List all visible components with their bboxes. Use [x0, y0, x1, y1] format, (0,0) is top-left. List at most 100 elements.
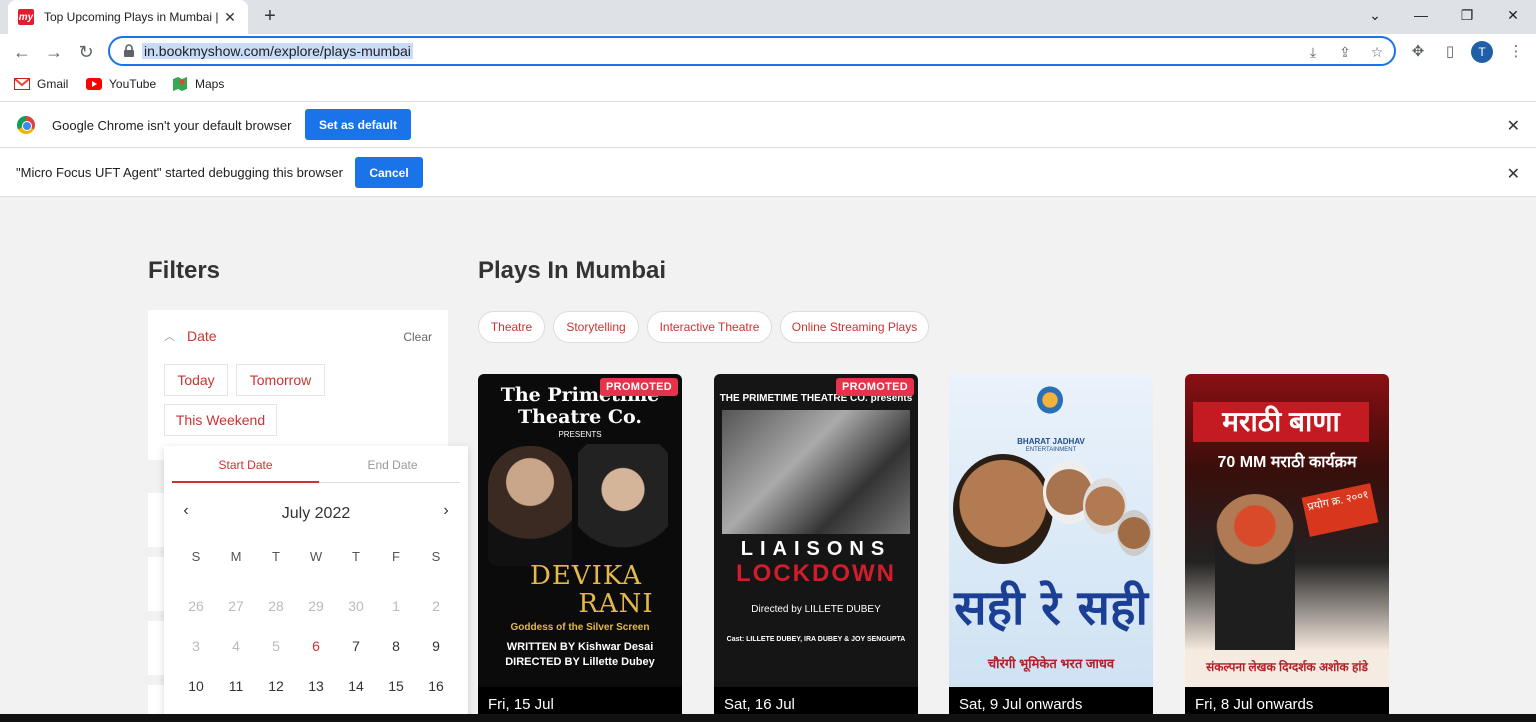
calendar-day[interactable]: 7	[336, 626, 376, 666]
date-option-tomorrow[interactable]: Tomorrow	[236, 364, 325, 396]
poster-text: DIRECTED BY Lillette Dubey	[505, 656, 655, 668]
os-taskbar	[0, 714, 1536, 722]
profile-avatar[interactable]: T	[1471, 41, 1493, 63]
forward-button[interactable]: →	[40, 38, 68, 66]
new-tab-button[interactable]: +	[258, 4, 282, 28]
debugging-infobar: "Micro Focus UFT Agent" started debuggin…	[0, 148, 1536, 197]
bookmyshow-favicon-icon: my	[18, 9, 34, 25]
weekday-label: S	[191, 548, 201, 564]
bookmark-maps[interactable]: Maps	[172, 77, 224, 91]
url-text[interactable]: in.bookmyshow.com/explore/plays-mumbai	[142, 43, 413, 59]
lock-icon[interactable]	[122, 44, 136, 58]
restore-button[interactable]: ❐	[1444, 0, 1490, 30]
back-button[interactable]: ←	[8, 38, 36, 66]
calendar-day: 28	[268, 598, 284, 614]
calendar-day: 30	[348, 598, 364, 614]
calendar-day[interactable]: 9	[416, 626, 456, 666]
date-filter-toggle[interactable]: ︿ Date	[164, 328, 217, 344]
tab-close-icon[interactable]: ✕	[222, 9, 238, 25]
maps-icon	[173, 77, 187, 91]
poster-text: मराठी बाणा	[1193, 402, 1369, 442]
bookmark-star-icon[interactable]: ☆	[1368, 43, 1386, 61]
play-card-liaisons-lockdown[interactable]: THE PRIMETIME THEATRE CO. presents LIAIS…	[714, 374, 918, 714]
date-option-today[interactable]: Today	[164, 364, 228, 396]
poster-text: 70 MM मराठी कार्यक्रम	[1217, 454, 1357, 471]
poster-text: Cast: LILLETE DUBEY, IRA DUBEY & JOY SEN…	[726, 636, 906, 643]
date-filter-label: Date	[187, 328, 217, 344]
gmail-icon	[14, 78, 30, 90]
actor-face	[1117, 510, 1151, 556]
browser-tab[interactable]: my Top Upcoming Plays in Mumbai | ✕	[8, 0, 248, 34]
poster-image[interactable]: THE PRIMETIME THEATRE CO. presents LIAIS…	[714, 374, 918, 687]
actress-figure	[488, 446, 572, 566]
play-card-devika-rani[interactable]: The Primetime Theatre Co. PRESENTS DEVIK…	[478, 374, 682, 714]
side-panel-icon[interactable]: ▯	[1440, 42, 1460, 62]
clear-date-button[interactable]: Clear	[403, 330, 432, 344]
minimize-button[interactable]: —	[1398, 0, 1444, 30]
calendar-day[interactable]: 15	[376, 666, 416, 706]
poster-image[interactable]: The Primetime Theatre Co. PRESENTS DEVIK…	[478, 374, 682, 687]
genre-theatre[interactable]: Theatre	[478, 311, 545, 343]
install-icon[interactable]: ⤓	[1304, 43, 1322, 61]
calendar-day[interactable]: 10	[176, 666, 216, 706]
calendar-grid: S M T W T F S 26 27 28 29 30 1 2 3 4 5 6 7 8 9 10 11 12 13 14 15 16	[176, 546, 456, 706]
calendar-day: 29	[308, 598, 324, 614]
extensions-icon[interactable]: ✥	[1408, 42, 1428, 62]
menu-icon[interactable]: ⋮	[1506, 42, 1526, 62]
active-tab-indicator	[172, 481, 319, 483]
actor-figure	[578, 444, 668, 574]
calendar-day[interactable]: 13	[296, 666, 336, 706]
genre-interactive-theatre[interactable]: Interactive Theatre	[647, 311, 772, 343]
poster-text: LOCKDOWN	[736, 560, 896, 587]
close-window-button[interactable]: ✕	[1490, 0, 1536, 30]
address-bar[interactable]: in.bookmyshow.com/explore/plays-mumbai ⤓…	[108, 36, 1396, 66]
calendar-day[interactable]: 14	[336, 666, 376, 706]
genre-online-streaming-plays[interactable]: Online Streaming Plays	[780, 311, 929, 343]
promoted-badge: PROMOTED	[600, 378, 678, 396]
calendar-day[interactable]: 12	[256, 666, 296, 706]
bookmarks-bar: Gmail YouTube Maps	[0, 70, 1536, 102]
calendar-day: 3	[192, 638, 200, 654]
calendar-day[interactable]: 6	[296, 626, 336, 666]
calendar-day[interactable]: 11	[216, 666, 256, 706]
set-as-default-button[interactable]: Set as default	[305, 109, 411, 140]
share-icon[interactable]: ⇪	[1336, 43, 1354, 61]
reload-button[interactable]: ↻	[72, 38, 100, 66]
actor-face	[953, 454, 1053, 564]
calendar-day[interactable]: 16	[416, 666, 456, 706]
genre-storytelling[interactable]: Storytelling	[553, 311, 639, 343]
chrome-logo-icon	[17, 116, 35, 134]
next-month-icon[interactable]: ›	[436, 502, 456, 520]
poster-text: Theatre Co.	[518, 406, 642, 428]
poster-text: Directed by LILLETE DUBEY	[751, 604, 881, 615]
chevron-up-icon: ︿	[164, 331, 175, 343]
play-card-marathi-bana[interactable]: मराठी बाणा 70 MM मराठी कार्यक्रम प्रयोग …	[1185, 374, 1389, 714]
bookmark-label: Maps	[195, 77, 225, 91]
date-option-this-weekend[interactable]: This Weekend	[164, 404, 277, 436]
date-filter-card: ︿ Date Clear Today Tomorrow This Weekend	[148, 310, 448, 460]
play-date: Sat, 9 Jul onwards	[949, 687, 1153, 714]
end-date-tab[interactable]: End Date	[319, 458, 466, 472]
calendar-day: 26	[188, 598, 204, 614]
close-infobar-icon[interactable]: ✕	[1507, 164, 1520, 184]
play-card-sahi-re-sahi[interactable]: BHARAT JADHAV ENTERTAINMENT सही रे सही च…	[949, 374, 1153, 714]
play-date: Fri, 15 Jul	[478, 687, 682, 714]
poster-text: ENTERTAINMENT	[1025, 447, 1077, 453]
bookmark-label: Gmail	[37, 77, 69, 91]
calendar-day: 27	[228, 598, 244, 614]
cancel-debugging-button[interactable]: Cancel	[355, 157, 423, 188]
weekday-label: W	[309, 548, 323, 564]
poster-image[interactable]: BHARAT JADHAV ENTERTAINMENT सही रे सही च…	[949, 374, 1153, 687]
tab-search-icon[interactable]: ⌄	[1352, 0, 1398, 30]
date-picker: Start Date End Date ‹ July 2022 › SMTWTF…	[164, 446, 468, 714]
calendar-day[interactable]: 8	[376, 626, 416, 666]
poster-image[interactable]: मराठी बाणा 70 MM मराठी कार्यक्रम प्रयोग …	[1185, 374, 1389, 687]
poster-text: WRITTEN BY Kishwar Desai	[506, 641, 654, 653]
calendar-day: 4	[232, 638, 240, 654]
poster-text: चौरंगी भूमिकेत भरत जाधव	[987, 656, 1115, 671]
start-date-tab[interactable]: Start Date	[172, 458, 319, 472]
bookmark-gmail[interactable]: Gmail	[14, 77, 68, 91]
performer-figure	[1215, 494, 1295, 654]
close-infobar-icon[interactable]: ✕	[1507, 116, 1520, 136]
bookmark-youtube[interactable]: YouTube	[86, 77, 156, 91]
